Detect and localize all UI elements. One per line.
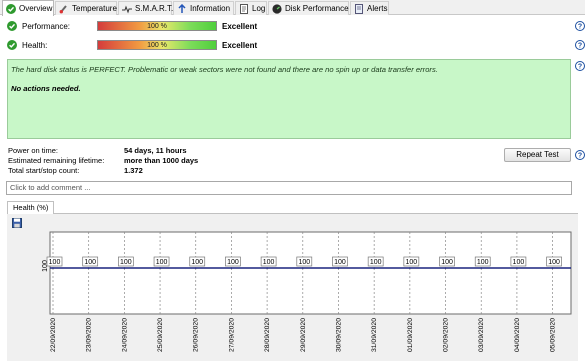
data-point (409, 267, 411, 269)
data-point (551, 267, 554, 269)
x-tick-label: 05/09/2020 (550, 318, 557, 352)
x-tick-label: 25/09/2020 (157, 318, 164, 352)
data-point (87, 267, 90, 269)
x-tick-label: 24/09/2020 (121, 318, 128, 352)
data-label: 100 (84, 259, 96, 266)
tab-label: Overview (19, 4, 53, 13)
data-point (516, 267, 518, 269)
data-label: 100 (49, 259, 61, 266)
data-point (373, 267, 375, 269)
x-tick-label: 02/09/2020 (443, 318, 450, 352)
health-chart: 100 100 100 100 100 100 100 100 100 100 100 100 100 1… (42, 231, 572, 352)
data-point (266, 267, 268, 269)
x-tick-label: 04/09/2020 (514, 318, 521, 352)
x-tick-label: 03/09/2020 (478, 318, 485, 352)
data-point (444, 267, 447, 269)
data-point (337, 267, 340, 269)
data-label: 100 (191, 259, 203, 266)
data-label: 100 (156, 259, 168, 266)
data-point (52, 267, 54, 269)
x-tick-label: 29/09/2020 (300, 318, 307, 352)
x-tick-label: 01/09/2020 (407, 318, 414, 352)
x-tick-label: 27/09/2020 (228, 318, 235, 352)
data-label: 100 (441, 259, 453, 266)
data-point (159, 267, 161, 269)
data-label: 100 (406, 259, 418, 266)
data-point (230, 267, 233, 269)
data-label: 100 (548, 259, 560, 266)
data-label: 100 (370, 259, 382, 266)
x-tick-label: 31/09/2020 (371, 318, 378, 352)
data-label: 100 (263, 259, 275, 266)
data-label: 100 (298, 259, 310, 266)
data-label: 100 (477, 259, 489, 266)
x-tick-label: 23/09/2020 (86, 318, 93, 352)
data-point (194, 267, 197, 269)
x-tick-label: 30/09/2020 (335, 318, 342, 352)
check-circle-icon (6, 3, 16, 14)
plot-area (49, 231, 572, 315)
data-label: 100 (120, 259, 132, 266)
data-point (480, 267, 483, 269)
data-label: 100 (227, 259, 239, 266)
data-point (123, 267, 126, 269)
x-tick-label: 22/09/2020 (50, 318, 57, 352)
data-label: 100 (513, 259, 525, 266)
data-point (301, 267, 304, 269)
x-tick-label: 28/09/2020 (264, 318, 271, 352)
tab-overview[interactable]: Overview (2, 0, 54, 16)
data-label: 100 (334, 259, 346, 266)
x-tick-label: 26/09/2020 (193, 318, 200, 352)
